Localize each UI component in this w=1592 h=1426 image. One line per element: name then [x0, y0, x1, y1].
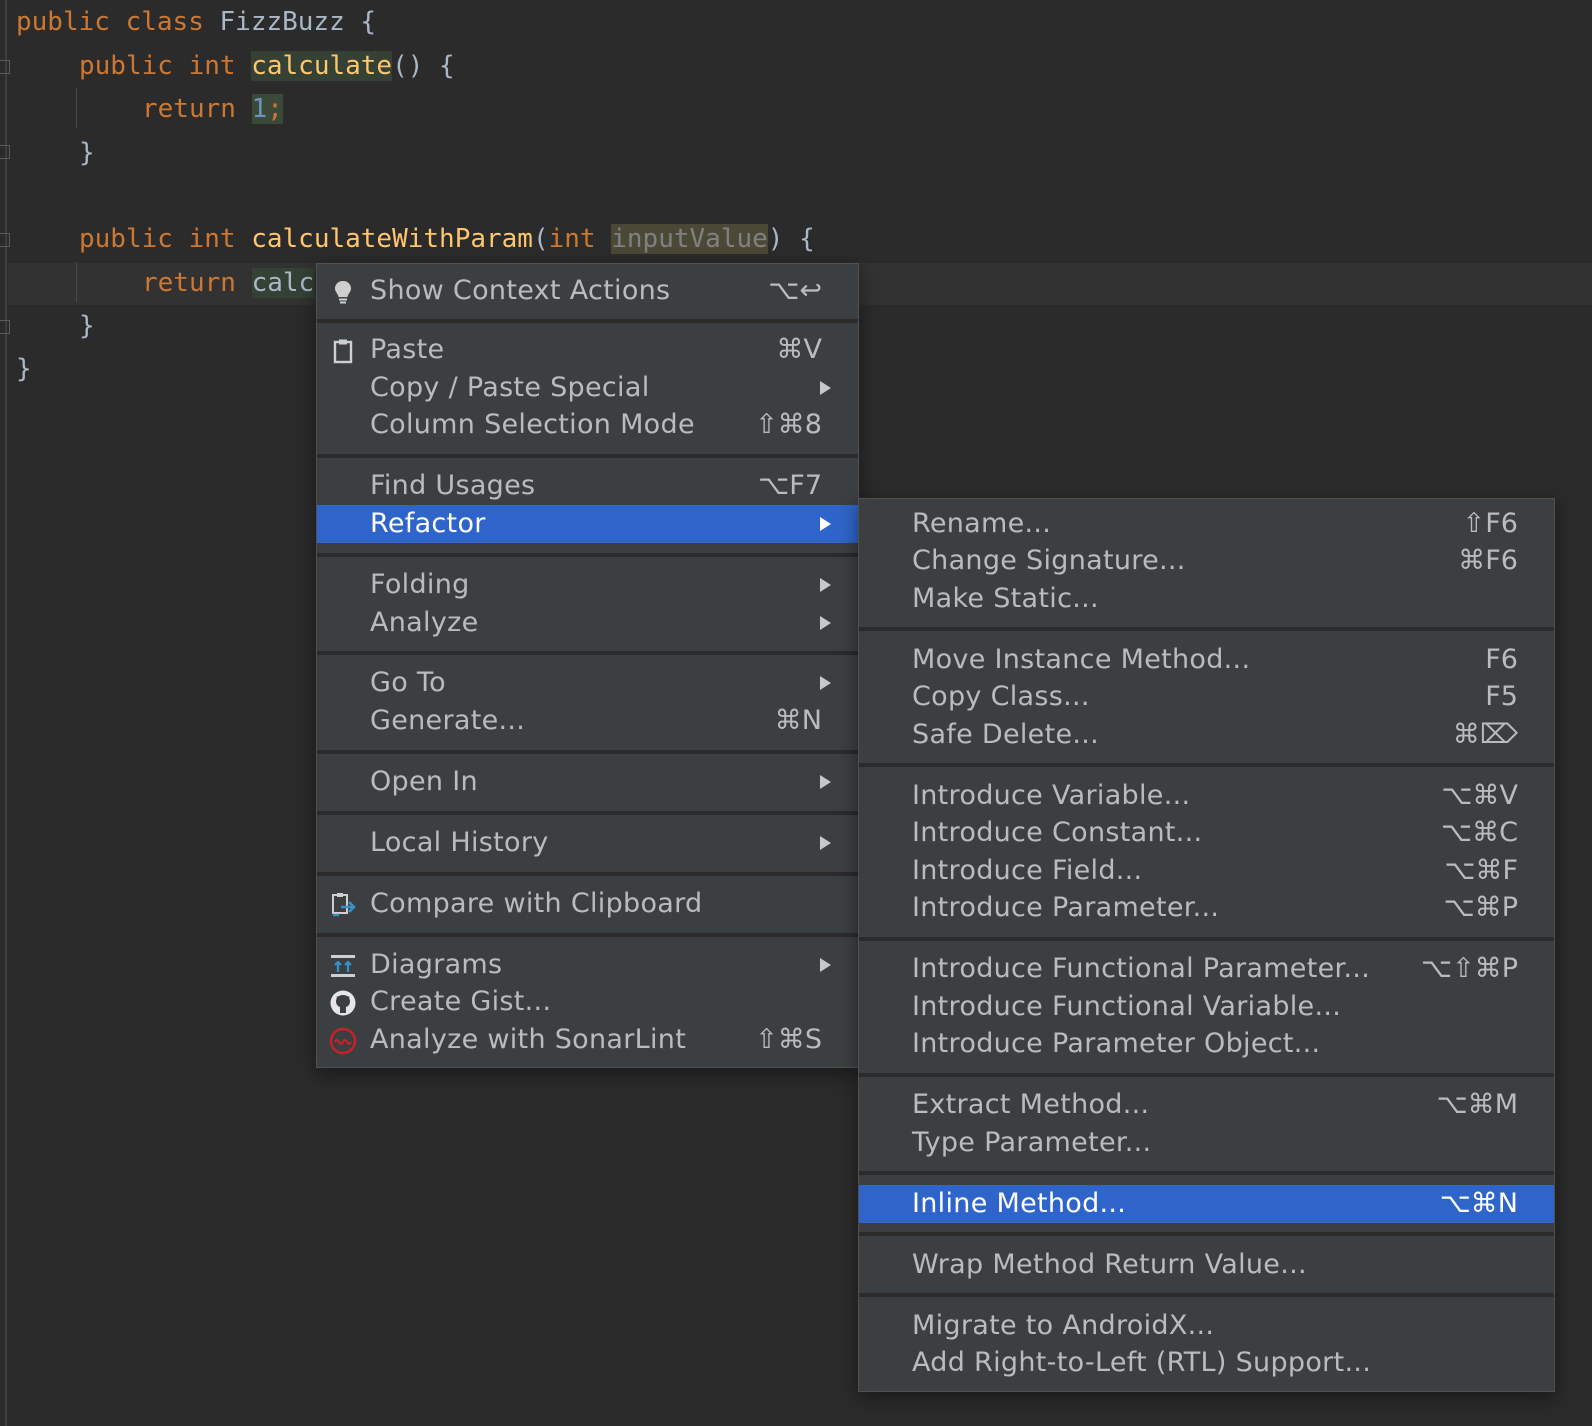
code-line-4: }: [79, 138, 95, 168]
menu-item-inline-method[interactable]: Inline Method... ⌥⌘N: [859, 1185, 1554, 1223]
menu-item-open-in[interactable]: Open In: [317, 763, 858, 801]
code-line-1: public class FizzBuzz {: [16, 7, 377, 37]
menu-separator: [317, 553, 858, 557]
menu-item-go-to[interactable]: Go To: [317, 664, 858, 702]
menu-separator: [859, 1232, 1554, 1236]
menu-separator: [317, 454, 858, 458]
menu-item-copy-paste-special[interactable]: Copy / Paste Special: [317, 369, 858, 407]
menu-separator: [859, 1171, 1554, 1175]
code-line-9: }: [16, 354, 32, 384]
menu-item-generate[interactable]: Generate... ⌘N: [317, 702, 858, 740]
fold-marker-icon[interactable]: [0, 233, 10, 247]
menu-item-create-gist[interactable]: Create Gist...: [317, 983, 858, 1021]
submenu-arrow-icon: [820, 775, 831, 789]
menu-item-folding[interactable]: Folding: [317, 566, 858, 604]
menu-item-type-parameter[interactable]: Type Parameter...: [859, 1124, 1554, 1162]
menu-item-paste[interactable]: Paste ⌘V: [317, 331, 858, 369]
code-line-6: public int calculateWithParam(int inputV…: [79, 224, 815, 254]
menu-item-analyze[interactable]: Analyze: [317, 604, 858, 642]
menu-item-introduce-variable[interactable]: Introduce Variable... ⌥⌘V: [859, 777, 1554, 815]
menu-item-extract-method[interactable]: Extract Method... ⌥⌘M: [859, 1086, 1554, 1124]
menu-separator: [859, 627, 1554, 631]
menu-separator: [317, 750, 858, 754]
fold-marker-icon[interactable]: [0, 60, 10, 74]
menu-item-introduce-parameter-object[interactable]: Introduce Parameter Object...: [859, 1025, 1554, 1063]
menu-item-move-instance-method[interactable]: Move Instance Method... F6: [859, 641, 1554, 679]
submenu-arrow-icon: [820, 381, 831, 395]
indent-guide: [76, 262, 77, 302]
lightbulb-icon: [335, 281, 351, 304]
code-line-8: }: [79, 311, 95, 341]
diagram-icon: [331, 955, 355, 977]
menu-item-column-selection-mode[interactable]: Column Selection Mode ⇧⌘8: [317, 406, 858, 444]
menu-item-refactor[interactable]: Refactor: [317, 505, 858, 543]
menu-item-introduce-functional-parameter[interactable]: Introduce Functional Parameter... ⌥⇧⌘P: [859, 950, 1554, 988]
menu-item-diagrams[interactable]: Diagrams: [317, 946, 858, 984]
menu-item-wrap-method-return-value[interactable]: Wrap Method Return Value...: [859, 1246, 1554, 1284]
menu-separator: [859, 937, 1554, 941]
menu-separator: [859, 763, 1554, 767]
menu-separator: [317, 811, 858, 815]
code-line-7: return calc: [142, 268, 315, 298]
menu-separator: [317, 651, 858, 655]
sonarlint-icon: [329, 1027, 357, 1055]
submenu-arrow-icon: [820, 578, 831, 592]
menu-separator: [859, 1293, 1554, 1297]
submenu-arrow-icon: [820, 616, 831, 630]
menu-item-compare-with-clipboard[interactable]: Compare with Clipboard: [317, 885, 858, 923]
menu-item-change-signature[interactable]: Change Signature... ⌘F6: [859, 542, 1554, 580]
menu-separator: [317, 319, 858, 323]
indent-guide: [76, 88, 77, 128]
menu-item-add-rtl-support[interactable]: Add Right-to-Left (RTL) Support...: [859, 1344, 1554, 1382]
menu-item-introduce-constant[interactable]: Introduce Constant... ⌥⌘C: [859, 814, 1554, 852]
code-line-2: public int calculate() {: [79, 51, 455, 81]
menu-item-find-usages[interactable]: Find Usages ⌥F7: [317, 467, 858, 505]
gutter: [5, 0, 7, 1426]
fold-marker-icon[interactable]: [0, 145, 10, 159]
menu-separator: [317, 872, 858, 876]
menu-item-copy-class[interactable]: Copy Class... F5: [859, 678, 1554, 716]
menu-item-rename[interactable]: Rename... ⇧F6: [859, 505, 1554, 543]
menu-item-safe-delete[interactable]: Safe Delete... ⌘⌦: [859, 716, 1554, 754]
submenu-arrow-icon: [820, 958, 831, 972]
menu-separator: [859, 1073, 1554, 1077]
menu-item-introduce-parameter[interactable]: Introduce Parameter... ⌥⌘P: [859, 889, 1554, 927]
submenu-arrow-icon: [820, 676, 831, 690]
code-line-3: return 1;: [142, 94, 283, 124]
menu-item-make-static[interactable]: Make Static...: [859, 580, 1554, 618]
github-icon: [330, 990, 356, 1016]
menu-item-show-context-actions[interactable]: Show Context Actions ⌥↩: [317, 272, 858, 310]
menu-item-local-history[interactable]: Local History: [317, 824, 858, 862]
editor-context-menu: Show Context Actions ⌥↩ Paste ⌘V Copy / …: [316, 263, 859, 1068]
menu-item-introduce-functional-variable[interactable]: Introduce Functional Variable...: [859, 988, 1554, 1026]
compare-icon: [332, 893, 356, 917]
menu-separator: [317, 933, 858, 937]
menu-item-introduce-field[interactable]: Introduce Field... ⌥⌘F: [859, 852, 1554, 890]
fold-marker-icon[interactable]: [0, 320, 10, 334]
refactor-submenu: Rename... ⇧F6 Change Signature... ⌘F6 Ma…: [858, 498, 1555, 1392]
menu-item-migrate-to-androidx[interactable]: Migrate to AndroidX...: [859, 1307, 1554, 1345]
clipboard-icon: [333, 339, 353, 364]
menu-item-analyze-with-sonarlint[interactable]: Analyze with SonarLint ⇧⌘S: [317, 1021, 858, 1059]
submenu-arrow-icon: [820, 517, 831, 531]
submenu-arrow-icon: [820, 836, 831, 850]
